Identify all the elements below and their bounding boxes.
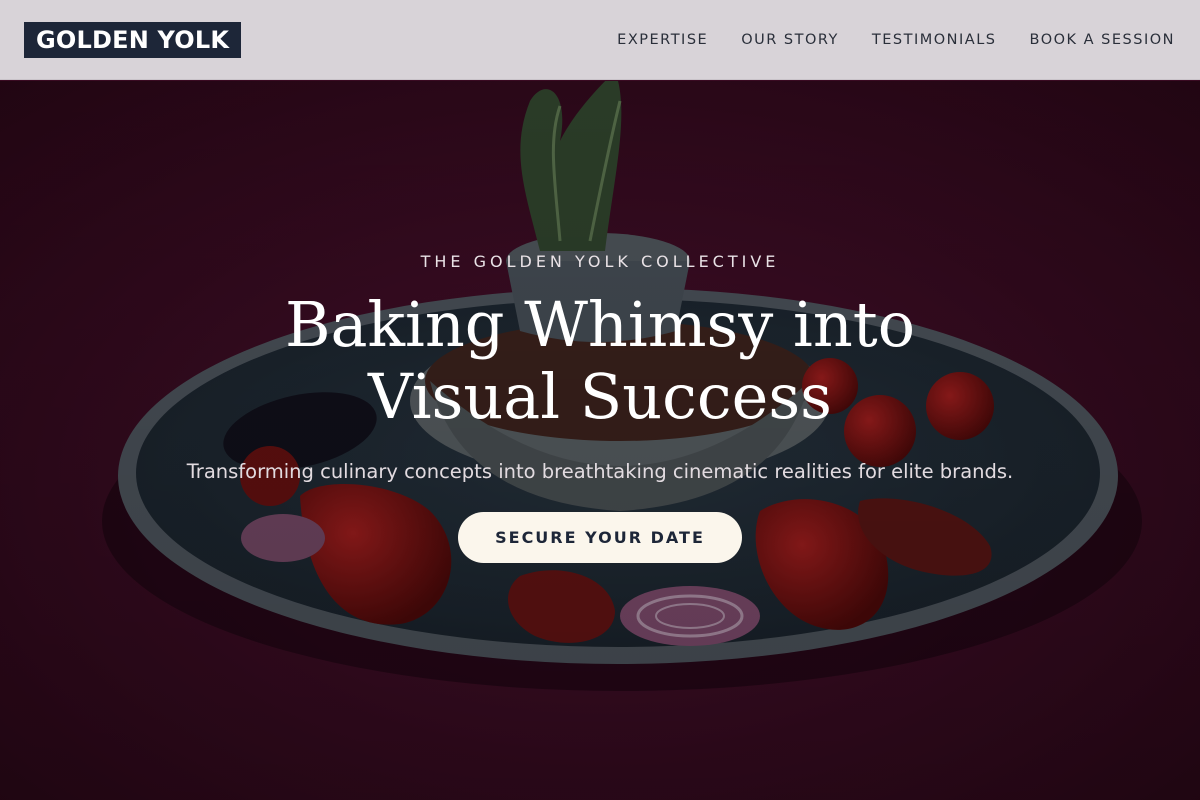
nav-link-expertise[interactable]: EXPERTISE: [617, 32, 708, 48]
hero-section: THE GOLDEN YOLK COLLECTIVE Baking Whimsy…: [0, 81, 1200, 800]
nav-link-book-a-session[interactable]: BOOK A SESSION: [1030, 32, 1175, 48]
hero-subtitle: Transforming culinary concepts into brea…: [186, 460, 1014, 483]
hero-eyebrow: THE GOLDEN YOLK COLLECTIVE: [420, 252, 780, 271]
nav-links: EXPERTISE OUR STORY TESTIMONIALS BOOK A …: [584, 0, 1175, 80]
hero-headline-line-2: Visual Success: [368, 360, 832, 433]
nav-link-testimonials[interactable]: TESTIMONIALS: [872, 32, 997, 48]
logo[interactable]: GOLDEN YOLK: [24, 22, 242, 58]
secure-your-date-button[interactable]: SECURE YOUR DATE: [458, 512, 742, 563]
top-navigation: GOLDEN YOLK EXPERTISE OUR STORY TESTIMON…: [0, 0, 1200, 80]
nav-link-our-story[interactable]: OUR STORY: [741, 32, 839, 48]
hero-headline-line-1: Baking Whimsy into: [284, 288, 916, 361]
hero-content: THE GOLDEN YOLK COLLECTIVE Baking Whimsy…: [0, 81, 1200, 800]
hero-headline: Baking Whimsy into Visual Success: [200, 289, 1000, 433]
